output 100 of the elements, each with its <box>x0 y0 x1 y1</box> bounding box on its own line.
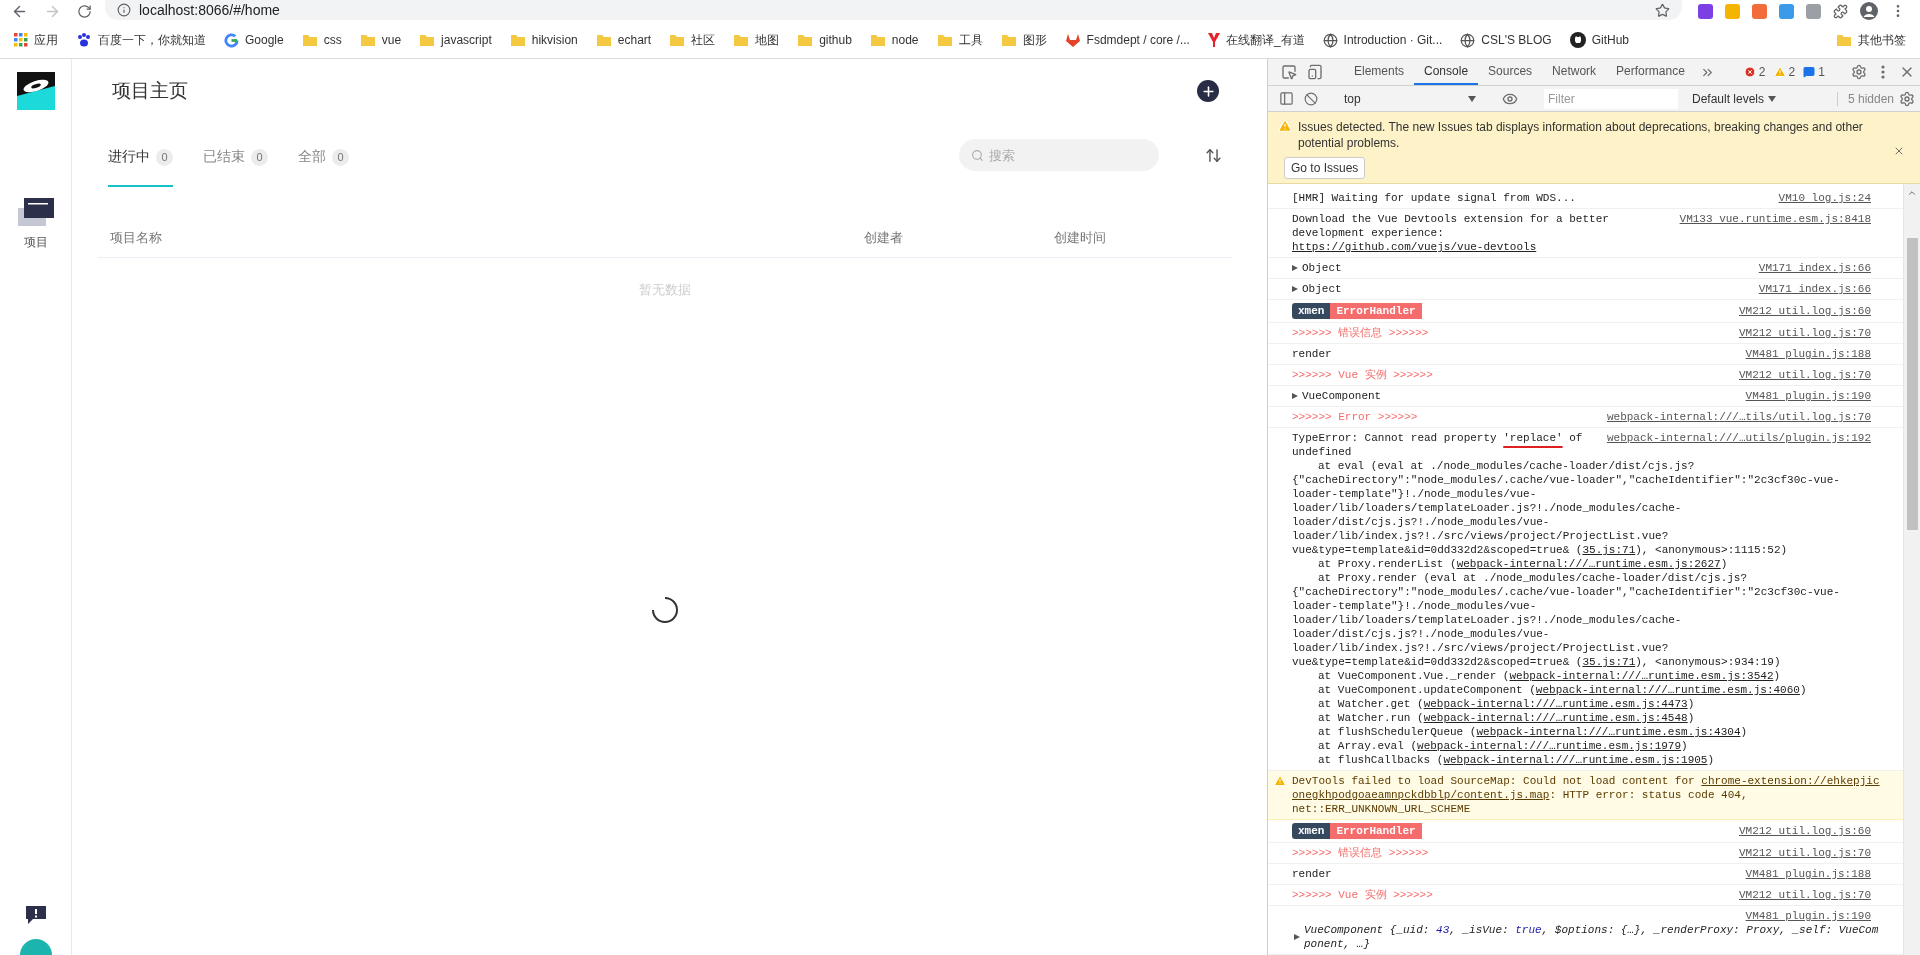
bookmark[interactable]: 地图 <box>733 31 780 49</box>
source-link[interactable]: VM481 plugin.js:190 <box>1733 909 1871 923</box>
settings-icon <box>1899 90 1915 107</box>
bookmark[interactable]: 工具 <box>936 31 983 49</box>
bookmark[interactable]: 百度一下，你就知道 <box>76 31 206 49</box>
banner-text: Issues detected. The new Issues tab displays information about deprecations, breaking changes and other potential problems. <box>1298 119 1864 151</box>
console-link[interactable]: 35.js:71 <box>1582 656 1636 668</box>
bookmark[interactable]: css <box>301 33 342 47</box>
bookmark[interactable]: node <box>869 33 919 47</box>
bookmark[interactable]: hikvision <box>509 33 578 47</box>
extension-icon[interactable] <box>1779 3 1794 19</box>
source-link[interactable]: VM212 util.log.js:70 <box>1726 846 1871 860</box>
error-count[interactable]: 2 <box>1743 65 1766 79</box>
warning-icon <box>1773 66 1786 78</box>
console-text: Object <box>1302 282 1342 296</box>
scroll-up-icon <box>1907 188 1917 198</box>
console-text: VueComponent <box>1302 389 1382 403</box>
source-link[interactable]: VM10 log.js:24 <box>1766 191 1871 205</box>
folder-icon <box>595 33 612 47</box>
console-link[interactable]: webpack-internal:///…runtime.esm.js:4548 <box>1423 712 1688 724</box>
tab[interactable]: 进行中 0 <box>108 123 173 187</box>
console-link[interactable]: 35.js:71 <box>1582 544 1636 556</box>
console-link[interactable]: webpack-internal:///…runtime.esm.js:1979 <box>1417 740 1682 752</box>
context-select[interactable]: top <box>1340 87 1480 110</box>
console-link[interactable]: webpack-internal:///…runtime.esm.js:1905 <box>1443 754 1708 766</box>
tab[interactable]: 全部 0 <box>298 123 349 187</box>
bookmark[interactable]: 在线翻译_有道 <box>1207 31 1305 49</box>
puzzle-icon[interactable] <box>1833 3 1848 19</box>
tab[interactable]: 已结束 0 <box>203 123 268 187</box>
log-tag: xmen <box>1292 303 1331 319</box>
console-link[interactable]: chrome-extension://ehkepjic <box>1701 775 1880 787</box>
warning-count[interactable]: 2 <box>1773 65 1796 79</box>
console-link[interactable]: https://github.com/vuejs/vue-devtools <box>1292 241 1537 253</box>
star-icon[interactable] <box>1655 2 1670 18</box>
sort-button[interactable] <box>1205 146 1222 164</box>
other-bookmarks[interactable]: 其他书签 <box>1836 31 1906 49</box>
feedback-icon[interactable] <box>24 905 47 925</box>
console-text: loader-template"}!./node_modules/vue- <box>1292 599 1538 613</box>
console-text: loader/dist/cjs.js?!./node_modules/vue- <box>1292 515 1551 529</box>
extension-icon[interactable] <box>1806 3 1821 19</box>
expand-triangle-icon[interactable] <box>1292 286 1298 292</box>
bookmark[interactable]: vue <box>359 33 402 47</box>
address-bar[interactable]: localhost:8066/#/home <box>105 0 1682 20</box>
bookmark[interactable]: Google <box>224 32 284 48</box>
console-link[interactable]: webpack-internal:///…runtime.esm.js:4060 <box>1535 684 1800 696</box>
source-link[interactable]: VM212 util.log.js:60 <box>1726 824 1871 838</box>
bookmark[interactable]: github <box>797 33 852 47</box>
expand-triangle-icon[interactable] <box>1292 393 1298 399</box>
add-button[interactable] <box>1197 80 1219 102</box>
log-tag: xmen <box>1292 823 1331 839</box>
levels-dropdown[interactable]: Default levels <box>1686 90 1783 107</box>
sidebar-item[interactable]: 项目 <box>17 198 54 251</box>
devtools-tab[interactable]: Elements <box>1344 59 1415 85</box>
expand-triangle-icon[interactable] <box>1292 265 1298 271</box>
devtools-tab[interactable]: Performance <box>1606 59 1695 85</box>
console-link[interactable]: webpack-internal:///…runtime.esm.js:4473 <box>1423 698 1688 710</box>
source-link[interactable]: VM212 util.log.js:70 <box>1726 888 1871 902</box>
console-link[interactable]: webpack-internal:///…runtime.esm.js:2627 <box>1456 558 1721 570</box>
bookmark[interactable]: GitHub <box>1569 32 1629 48</box>
devtools-tab[interactable]: Sources <box>1478 59 1543 85</box>
bookmark[interactable]: 图形 <box>1000 31 1047 49</box>
source-link[interactable]: VM171 index.js:66 <box>1746 261 1871 275</box>
bookmark[interactable]: echart <box>595 33 652 47</box>
bookmark[interactable]: 应用 <box>14 31 58 49</box>
source-link[interactable]: VM212 util.log.js:70 <box>1726 326 1871 340</box>
profile-icon[interactable] <box>1860 2 1878 20</box>
source-link[interactable]: webpack-internal:///…tils/util.log.js:70 <box>1594 410 1871 424</box>
console-text: ) <box>1720 558 1728 570</box>
source-link[interactable]: VM133 vue.runtime.esm.js:8418 <box>1667 212 1871 226</box>
console-text: at VueComponent.Vue._render ( <box>1318 670 1510 682</box>
source-link[interactable]: VM212 util.log.js:70 <box>1726 368 1871 382</box>
bookmark[interactable]: Fsdmdept / core /... <box>1064 32 1190 48</box>
bookmark[interactable]: CSL'S BLOG <box>1460 32 1552 48</box>
console-link[interactable]: webpack-internal:///…runtime.esm.js:4304 <box>1476 726 1741 738</box>
source-link[interactable]: VM481 plugin.js:190 <box>1733 389 1871 403</box>
filter-field[interactable]: Filter <box>1544 88 1678 109</box>
extension-icon[interactable] <box>1752 3 1767 19</box>
source-link[interactable]: VM481 plugin.js:188 <box>1733 867 1871 881</box>
go-to-issues-button[interactable]: Go to Issues <box>1284 157 1366 179</box>
console-text: ) <box>1681 740 1688 752</box>
scrollbar-thumb[interactable] <box>1906 238 1918 530</box>
console-text: development experience: <box>1292 226 1445 240</box>
devtools-tab[interactable]: Network <box>1542 59 1607 85</box>
bookmark[interactable]: Introduction · Git... <box>1322 32 1443 48</box>
expand-triangle-icon[interactable] <box>1294 934 1300 940</box>
globe-icon <box>1322 32 1338 48</box>
extension-icon[interactable] <box>1698 3 1713 19</box>
source-link[interactable]: VM171 index.js:66 <box>1746 282 1871 296</box>
console-link[interactable]: webpack-internal:///…runtime.esm.js:3542 <box>1509 670 1774 682</box>
search-field[interactable]: 搜索 <box>959 139 1159 171</box>
scrollbar[interactable] <box>1903 184 1920 955</box>
bookmark[interactable]: javascript <box>419 33 492 47</box>
source-link[interactable]: VM212 util.log.js:60 <box>1726 304 1871 318</box>
source-link[interactable]: VM481 plugin.js:188 <box>1733 347 1871 361</box>
source-link[interactable]: webpack-internal:///…utils/plugin.js:192 <box>1594 431 1871 445</box>
column-header: 项目名称 <box>109 228 163 247</box>
console-link[interactable]: onegkhpodgoaeamnpckdbblp/content.js.map <box>1292 789 1550 801</box>
log-tag: ErrorHandler <box>1330 823 1422 839</box>
bookmark[interactable]: 社区 <box>669 31 716 49</box>
info-count[interactable]: 1 <box>1803 65 1825 79</box>
